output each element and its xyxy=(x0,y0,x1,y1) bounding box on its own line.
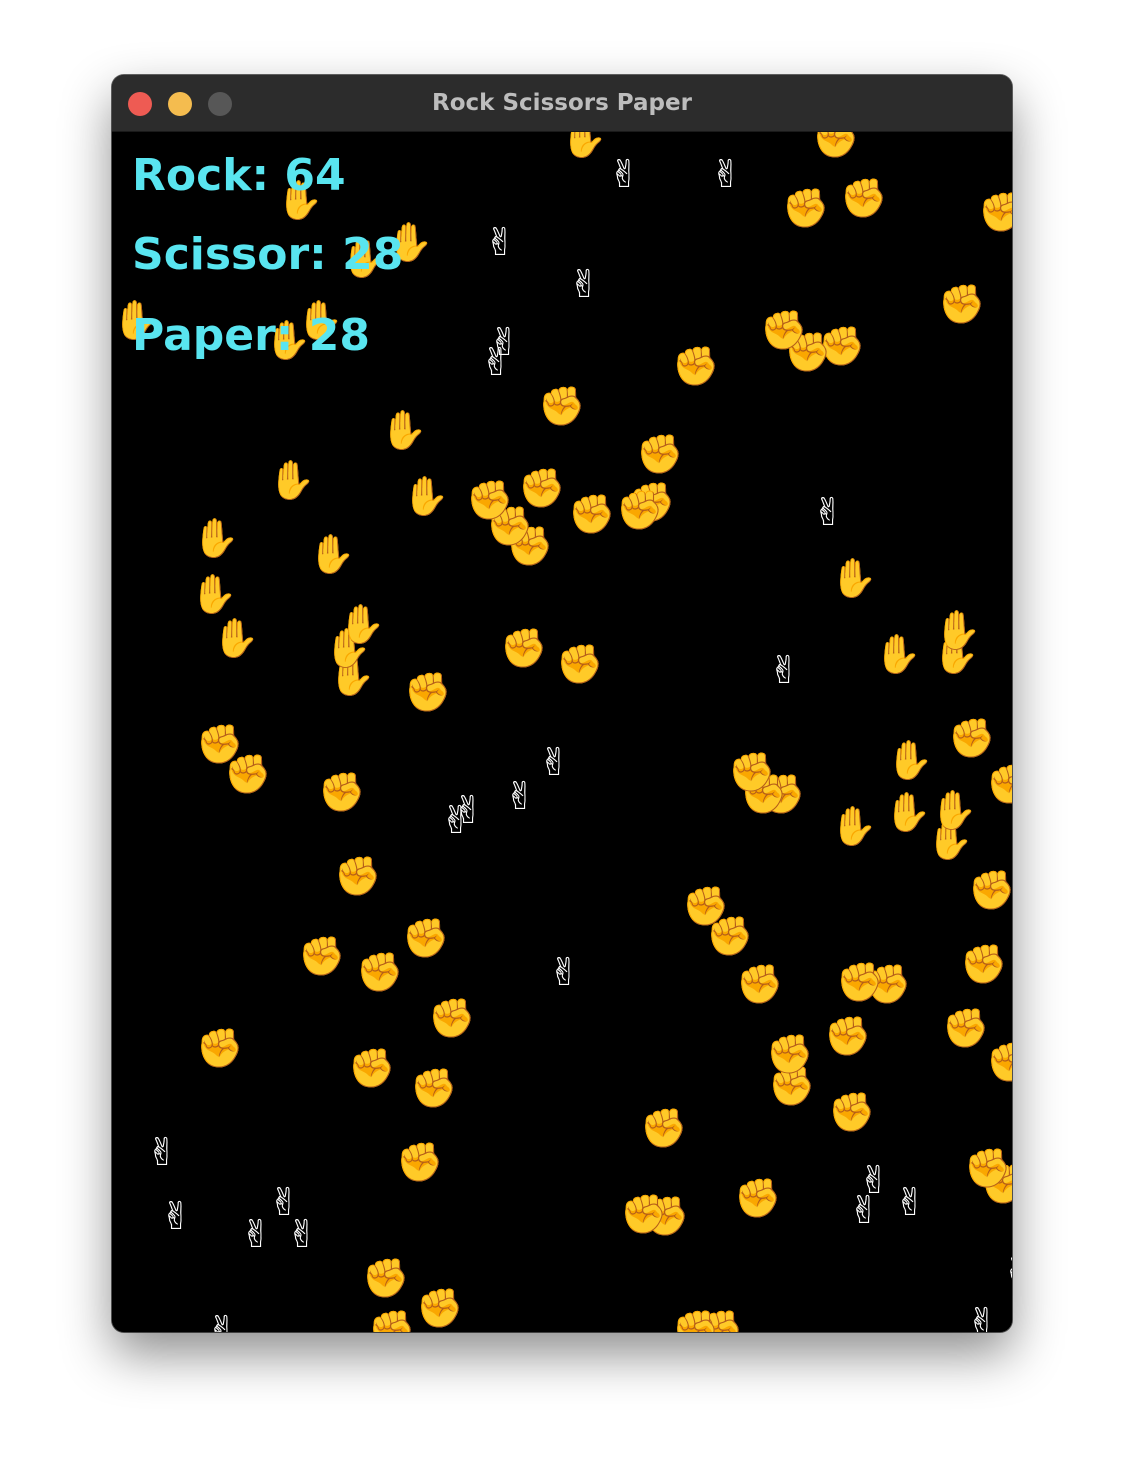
paper-sprite: ✋ xyxy=(192,516,240,560)
rock-sprite: ✊ xyxy=(836,960,884,1004)
scissor-score: Scissor: 28 xyxy=(132,229,404,280)
rock-sprite: ✊ xyxy=(416,1286,464,1330)
rock-sprite: ✊ xyxy=(672,344,720,388)
scissors-sprite: ✌ xyxy=(710,152,742,196)
rock-sprite: ✊ xyxy=(948,716,996,760)
rock-sprite: ✊ xyxy=(840,176,888,220)
rock-sprite: ✊ xyxy=(942,1006,990,1050)
scissors-sprite: ✌ xyxy=(996,1250,1012,1294)
rock-sprite: ✊ xyxy=(428,996,476,1040)
rock-sprite: ✊ xyxy=(568,492,616,536)
rock-sprite: ✊ xyxy=(402,916,450,960)
scissors-sprite: ✌ xyxy=(488,320,520,364)
rock-sprite: ✊ xyxy=(824,1014,872,1058)
window-title: Rock Scissors Paper xyxy=(432,90,692,116)
scissors-sprite: ✌ xyxy=(538,740,570,784)
scissors-sprite: ✌ xyxy=(858,1158,890,1202)
rock-sprite: ✊ xyxy=(782,186,830,230)
paper-sprite: ✋ xyxy=(560,132,608,160)
rock-sprite: ✊ xyxy=(640,1106,688,1150)
rock-sprite: ✊ xyxy=(196,722,244,766)
rock-score: Rock: 64 xyxy=(132,150,346,201)
rock-sprite: ✊ xyxy=(938,282,986,326)
paper-sprite: ✋ xyxy=(402,474,450,518)
rock-sprite: ✊ xyxy=(410,1066,458,1110)
rock-sprite: ✊ xyxy=(368,1308,416,1332)
scissors-sprite: ✌ xyxy=(268,1180,300,1224)
rock-sprite: ✊ xyxy=(348,1046,396,1090)
scissors-sprite: ✌ xyxy=(206,1308,238,1332)
title-bar[interactable]: Rock Scissors Paper xyxy=(112,75,1012,132)
rock-sprite: ✊ xyxy=(518,466,566,510)
rock-sprite: ✊ xyxy=(362,1256,410,1300)
paper-sprite: ✋ xyxy=(830,556,878,600)
paper-sprite: ✋ xyxy=(380,408,428,452)
rock-sprite: ✊ xyxy=(616,488,664,532)
paper-sprite: ✋ xyxy=(212,616,260,660)
rock-sprite: ✊ xyxy=(298,934,346,978)
rock-sprite: ✊ xyxy=(812,132,860,160)
rock-sprite: ✊ xyxy=(736,962,784,1006)
paper-sprite: ✋ xyxy=(874,632,922,676)
scissors-sprite: ✌ xyxy=(452,788,484,832)
rock-sprite: ✊ xyxy=(682,884,730,928)
rock-sprite: ✊ xyxy=(968,868,1012,912)
paper-sprite: ✋ xyxy=(884,790,932,834)
scissors-sprite: ✌ xyxy=(608,152,640,196)
paper-sprite: ✋ xyxy=(268,458,316,502)
rock-sprite: ✊ xyxy=(986,1040,1012,1084)
rock-sprite: ✊ xyxy=(728,750,776,794)
rock-sprite: ✊ xyxy=(734,1176,782,1220)
scissors-sprite: ✌ xyxy=(768,648,800,692)
paper-sprite: ✋ xyxy=(338,602,386,646)
game-canvas: ✌✊✊✊✌✌✊✊✊✊✊✊✊✌✌✌✌✌✌✌✊✌✊✊✊✊✊✊✊✊✊✊✊✊✊✊✊✌✊✊… xyxy=(112,132,1012,1332)
scissors-sprite: ✌ xyxy=(484,220,516,264)
app-window: Rock Scissors Paper ✌✊✊✊✌✌✊✊✊✊✊✊✊✌✌✌✌✌✌✌… xyxy=(112,75,1012,1332)
rock-sprite: ✊ xyxy=(960,942,1008,986)
paper-sprite: ✋ xyxy=(934,608,982,652)
scissors-sprite: ✌ xyxy=(812,490,844,534)
rock-sprite: ✊ xyxy=(196,1026,244,1070)
rock-sprite: ✊ xyxy=(556,642,604,686)
rock-sprite: ✊ xyxy=(636,432,684,476)
paper-sprite: ✋ xyxy=(830,804,878,848)
scissors-sprite: ✌ xyxy=(568,262,600,306)
rock-sprite: ✊ xyxy=(620,1192,668,1236)
rock-sprite: ✊ xyxy=(318,770,366,814)
rock-sprite: ✊ xyxy=(334,854,382,898)
scissors-sprite: ✌ xyxy=(966,1300,998,1332)
rock-sprite: ✊ xyxy=(500,626,548,670)
rock-sprite: ✊ xyxy=(404,670,452,714)
scissors-sprite: ✌ xyxy=(548,950,580,994)
paper-score: Paper: 28 xyxy=(132,310,370,361)
paper-sprite: ✋ xyxy=(930,788,978,832)
rock-sprite: ✊ xyxy=(760,308,808,352)
scissors-sprite: ✌ xyxy=(160,1194,192,1238)
rock-sprite: ✊ xyxy=(538,384,586,428)
paper-sprite: ✋ xyxy=(886,738,934,782)
rock-sprite: ✊ xyxy=(978,190,1012,234)
rock-sprite: ✊ xyxy=(466,478,514,522)
rock-sprite: ✊ xyxy=(356,950,404,994)
scissors-sprite: ✌ xyxy=(146,1130,178,1174)
rock-sprite: ✊ xyxy=(766,1032,814,1076)
paper-sprite: ✋ xyxy=(308,532,356,576)
rock-sprite: ✊ xyxy=(964,1146,1012,1190)
rock-sprite: ✊ xyxy=(672,1308,720,1332)
rock-sprite: ✊ xyxy=(828,1090,876,1134)
rock-sprite: ✊ xyxy=(396,1140,444,1184)
paper-sprite: ✋ xyxy=(190,572,238,616)
rock-sprite: ✊ xyxy=(986,762,1012,806)
